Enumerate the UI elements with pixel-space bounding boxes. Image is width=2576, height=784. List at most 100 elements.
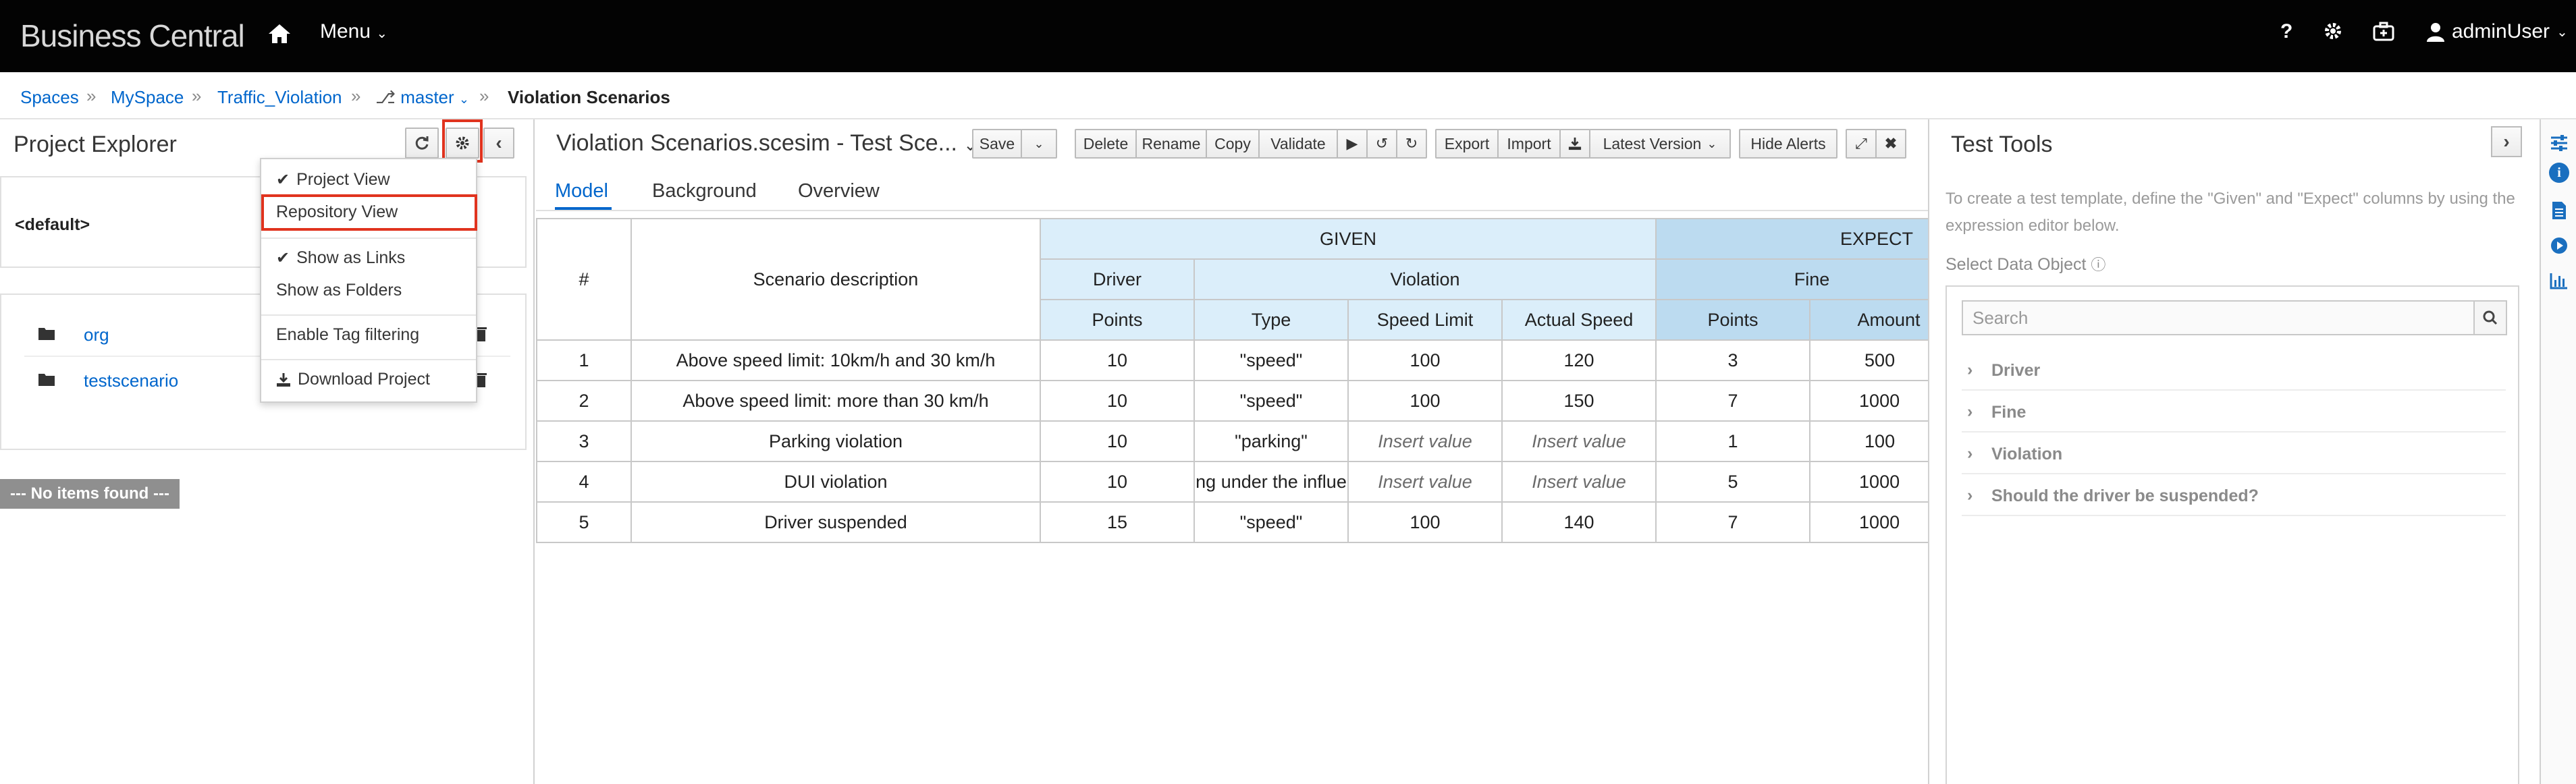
menu-item-show-links[interactable]: ✔ Show as Links — [276, 248, 405, 268]
help-button[interactable]: ? — [2280, 20, 2292, 43]
cell-actual-speed[interactable]: 140 — [1501, 501, 1657, 543]
latest-version-dropdown[interactable]: Latest Version ⌄ — [1589, 129, 1731, 159]
header-scenario-description[interactable]: Scenario description — [630, 218, 1041, 341]
breadcrumb-spaces[interactable]: Spaces — [20, 87, 79, 108]
tab-overview[interactable]: Overview — [798, 180, 880, 202]
save-options-button[interactable]: ⌄ — [1021, 129, 1057, 159]
folder-label[interactable]: org — [84, 325, 109, 345]
gear-icon[interactable] — [2322, 20, 2344, 45]
bar-chart-icon[interactable] — [2546, 268, 2572, 293]
tree-item-fine[interactable]: › Fine — [1962, 391, 2506, 432]
cell-points[interactable]: 10 — [1040, 461, 1195, 503]
play-circle-icon[interactable] — [2546, 233, 2572, 258]
cell-speed-limit[interactable]: 100 — [1347, 501, 1503, 543]
download-button[interactable] — [1559, 129, 1590, 159]
header-violation[interactable]: Violation — [1193, 258, 1657, 300]
folder-label[interactable]: testscenario — [84, 370, 178, 391]
menu-item-project-view[interactable]: ✔ Project View — [276, 170, 390, 190]
cell-amount[interactable]: 100 — [1809, 420, 1928, 462]
cell-type[interactable]: "parking" — [1193, 420, 1349, 462]
cell-speed-limit[interactable]: 100 — [1347, 339, 1503, 381]
settings-sliders-icon[interactable] — [2546, 130, 2572, 156]
cell-actual-speed[interactable]: 120 — [1501, 339, 1657, 381]
tree-item-violation[interactable]: › Violation — [1962, 432, 2506, 474]
save-button[interactable]: Save — [972, 129, 1022, 159]
header-fine-points[interactable]: Points — [1655, 299, 1811, 341]
cell-actual-speed[interactable]: Insert value — [1501, 420, 1657, 462]
rename-button[interactable]: Rename — [1135, 129, 1207, 159]
delete-button[interactable]: Delete — [1075, 129, 1137, 159]
breadcrumb-myspace[interactable]: MySpace — [111, 87, 184, 108]
cell-points[interactable]: 10 — [1040, 420, 1195, 462]
cell-fine-points[interactable]: 7 — [1655, 380, 1811, 422]
editor-title[interactable]: Violation Scenarios.scesim - Test Sce...… — [556, 130, 977, 157]
cell-type[interactable]: "speed" — [1193, 501, 1349, 543]
close-button[interactable]: ✖ — [1875, 129, 1906, 159]
document-icon[interactable] — [2546, 198, 2572, 223]
cell-speed-limit[interactable]: Insert value — [1347, 420, 1503, 462]
cell-points[interactable]: 10 — [1040, 380, 1195, 422]
refresh-button[interactable] — [405, 128, 439, 159]
header-speed-limit[interactable]: Speed Limit — [1347, 299, 1503, 341]
cell-amount[interactable]: 1000 — [1809, 380, 1928, 422]
tree-item-suspended[interactable]: › Should the driver be suspended? — [1962, 474, 2506, 516]
run-button[interactable]: ▶ — [1337, 129, 1368, 159]
cell-description[interactable]: DUI violation — [630, 461, 1041, 503]
copy-button[interactable]: Copy — [1206, 129, 1260, 159]
default-package[interactable]: <default> — [15, 215, 90, 235]
header-amount[interactable]: Amount — [1809, 299, 1928, 341]
header-driver[interactable]: Driver — [1040, 258, 1195, 300]
cell-points[interactable]: 10 — [1040, 339, 1195, 381]
export-button[interactable]: Export — [1435, 129, 1499, 159]
cell-number[interactable]: 4 — [536, 461, 632, 503]
cell-description[interactable]: Parking violation — [630, 420, 1041, 462]
brand-logo[interactable]: Business Central — [20, 18, 245, 54]
header-given[interactable]: GIVEN — [1039, 218, 1657, 260]
cell-amount[interactable]: 500 — [1809, 339, 1928, 381]
cell-number[interactable]: 5 — [536, 501, 632, 543]
cell-description[interactable]: Driver suspended — [630, 501, 1041, 543]
cell-speed-limit[interactable]: 100 — [1347, 380, 1503, 422]
info-icon[interactable]: i — [2549, 163, 2569, 183]
cell-amount[interactable]: 1000 — [1809, 501, 1928, 543]
header-actual-speed[interactable]: Actual Speed — [1501, 299, 1657, 341]
cell-actual-speed[interactable]: 150 — [1501, 380, 1657, 422]
user-menu[interactable]: adminUser ⌄ — [2426, 20, 2568, 43]
cell-number[interactable]: 3 — [536, 420, 632, 462]
cell-number[interactable]: 2 — [536, 380, 632, 422]
branch-selector[interactable]: ⎇ master ⌄ — [375, 87, 469, 108]
briefcase-icon[interactable] — [2372, 20, 2395, 45]
collapse-tools-button[interactable]: › — [2491, 126, 2522, 157]
redo-button[interactable]: ↻ — [1396, 129, 1427, 159]
cell-description[interactable]: Above speed limit: 10km/h and 30 km/h — [630, 339, 1041, 381]
cell-points[interactable]: 15 — [1040, 501, 1195, 543]
cell-type[interactable]: "speed" — [1193, 339, 1349, 381]
cell-fine-points[interactable]: 3 — [1655, 339, 1811, 381]
home-icon[interactable] — [266, 20, 293, 47]
header-type[interactable]: Type — [1193, 299, 1349, 341]
cell-fine-points[interactable]: 7 — [1655, 501, 1811, 543]
cell-actual-speed[interactable]: Insert value — [1501, 461, 1657, 503]
cell-number[interactable]: 1 — [536, 339, 632, 381]
cell-speed-limit[interactable]: Insert value — [1347, 461, 1503, 503]
collapse-explorer-button[interactable]: ‹ — [483, 128, 514, 159]
menu-item-tag-filtering[interactable]: Enable Tag filtering — [276, 325, 419, 345]
cell-fine-points[interactable]: 1 — [1655, 420, 1811, 462]
header-fine[interactable]: Fine — [1655, 258, 1928, 300]
cell-description[interactable]: Above speed limit: more than 30 km/h — [630, 380, 1041, 422]
search-input[interactable]: Search — [1962, 300, 2475, 335]
search-button[interactable] — [2473, 300, 2507, 335]
header-expect[interactable]: EXPECT — [1655, 218, 1928, 260]
undo-button[interactable]: ↺ — [1366, 129, 1397, 159]
menu-dropdown[interactable]: Menu ⌄ — [320, 20, 387, 43]
tree-item-driver[interactable]: › Driver — [1962, 349, 2506, 391]
cell-type[interactable]: "speed" — [1193, 380, 1349, 422]
breadcrumb-project[interactable]: Traffic_Violation — [217, 87, 342, 108]
menu-item-download-project[interactable]: Download Project — [276, 370, 430, 389]
maximize-button[interactable]: ⤢ — [1846, 129, 1877, 159]
import-button[interactable]: Import — [1497, 129, 1561, 159]
hide-alerts-button[interactable]: Hide Alerts — [1739, 129, 1837, 159]
header-number[interactable]: # — [536, 218, 632, 341]
menu-item-show-folders[interactable]: Show as Folders — [276, 281, 402, 300]
cell-amount[interactable]: 1000 — [1809, 461, 1928, 503]
